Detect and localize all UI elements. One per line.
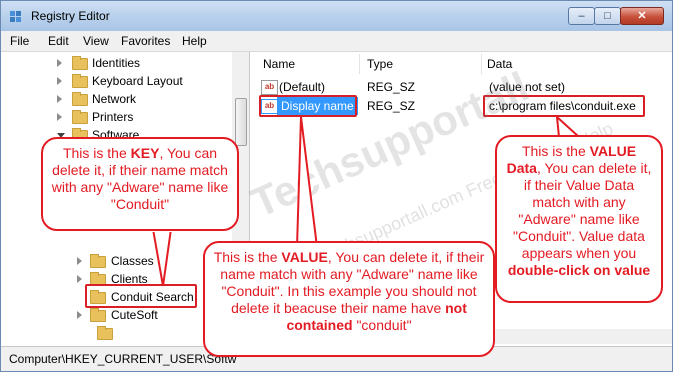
value-data-annotation-callout: This is the VALUE Data, You can delete i… (495, 135, 663, 303)
value-annotation-callout: This is the VALUE, You can delete it, if… (203, 241, 495, 357)
registry-editor-window: Registry Editor – □ ✕ File Edit View Fav… (0, 0, 673, 372)
value-callout-tail (295, 116, 319, 248)
data-callout-tail (555, 114, 582, 138)
key-annotation-callout: This is the KEY, You can delete it, if t… (41, 137, 239, 231)
key-callout-tail (151, 228, 173, 287)
